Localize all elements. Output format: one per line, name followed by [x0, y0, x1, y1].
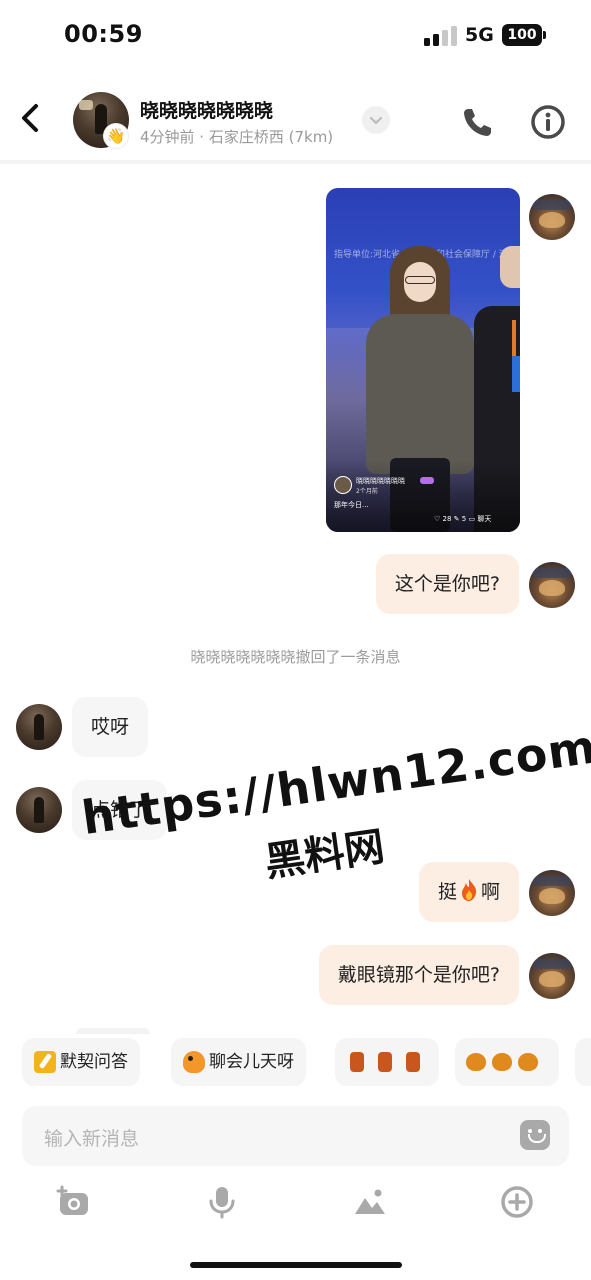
sticker-icon: [466, 1053, 486, 1071]
microphone-icon: [209, 1187, 235, 1219]
post-likes: 28: [442, 515, 452, 523]
emoji-icon[interactable]: [520, 1120, 550, 1150]
battery-icon: 100: [502, 24, 542, 46]
my-message[interactable]: 戴眼镜那个是你吧?: [318, 945, 519, 1005]
input-toolbar: [0, 1178, 591, 1226]
status-bar: 00:59 5G 100: [0, 0, 591, 72]
post-author-badge: [420, 477, 434, 484]
quick-reply-bar[interactable]: 默契问答 聊会儿天呀: [0, 1038, 591, 1088]
post-chat-label: 聊天: [477, 515, 492, 523]
recall-notice: 晓晓晓晓晓晓晓撤回了一条消息: [190, 648, 401, 666]
image-icon: [355, 1189, 385, 1214]
bird-icon: [183, 1051, 205, 1073]
post-stats: ♡ 28 ✎ 5 ▭ 聊天: [434, 514, 491, 524]
sticker-chip[interactable]: [575, 1038, 591, 1086]
quick-reply-label: 默契问答: [60, 1052, 128, 1072]
cellular-signal-icon: [424, 26, 458, 46]
my-avatar[interactable]: [529, 194, 575, 240]
sticker-chip[interactable]: [455, 1038, 559, 1086]
expand-profile-button[interactable]: [362, 106, 390, 134]
contact-message[interactable]: 点错了: [72, 780, 168, 840]
camera-icon: [56, 1185, 88, 1215]
post-author-name: 晓晓晓晓晓晓晓: [356, 477, 405, 485]
battery-tip: [543, 31, 546, 39]
chat-bubble-icon: ▭: [468, 515, 476, 523]
network-type: 5G: [465, 24, 494, 46]
sticker-icon: [492, 1053, 512, 1071]
my-avatar[interactable]: [529, 870, 575, 916]
chevron-down-icon: [370, 117, 382, 125]
image-button[interactable]: [352, 1184, 388, 1220]
more-options-button[interactable]: [499, 1184, 535, 1220]
sticker-icon: [406, 1052, 420, 1072]
comment-icon: ✎: [453, 515, 460, 523]
partial-message: [76, 1028, 150, 1034]
message-list[interactable]: 指导单位:河北省人力资源和社会保障厅 / 河北 晓晓晓晓晓晓晓 2个月前 那年今…: [0, 168, 591, 1034]
contact-name[interactable]: 晓晓晓晓晓晓晓: [140, 96, 273, 123]
chevron-left-icon: [22, 104, 38, 132]
chat-info-button[interactable]: [530, 104, 566, 140]
sticker-chip[interactable]: [335, 1038, 439, 1086]
sticker-icon: [350, 1052, 364, 1072]
post-time: 2个月前: [356, 488, 378, 495]
message-input-placeholder: 输入新消息: [44, 1128, 140, 1150]
my-avatar[interactable]: [529, 562, 575, 608]
quick-reply-label: 聊会儿天呀: [209, 1052, 294, 1072]
contact-avatar-small[interactable]: [16, 787, 62, 833]
plus-circle-icon: [501, 1186, 533, 1218]
home-indicator[interactable]: [190, 1262, 402, 1268]
post-comments: 5: [461, 515, 467, 523]
message-input[interactable]: 输入新消息: [22, 1106, 569, 1166]
camera-button[interactable]: [56, 1184, 92, 1220]
back-button[interactable]: [14, 98, 50, 138]
heart-icon: ♡: [434, 515, 441, 523]
wave-hand-icon: 👋: [104, 124, 128, 148]
voice-call-button[interactable]: [460, 104, 496, 140]
sticker-icon: [378, 1052, 392, 1072]
contact-avatar-small[interactable]: [16, 704, 62, 750]
contact-message[interactable]: 哎呀: [72, 697, 149, 757]
my-message[interactable]: 这个是你吧?: [375, 554, 519, 614]
my-message[interactable]: 挺啊: [418, 862, 519, 922]
post-author-avatar: [334, 476, 352, 494]
chat-header: 晓晓晓晓晓晓晓 4分钟前 · 石家庄桥西 (7km): [0, 72, 591, 164]
my-message-text: 挺: [437, 881, 457, 903]
post-caption: 那年今日...: [334, 501, 369, 509]
voice-message-button[interactable]: [204, 1184, 240, 1220]
phone-icon: [464, 109, 491, 136]
sticker-icon: [518, 1053, 538, 1071]
pen-icon: [34, 1051, 56, 1073]
my-avatar[interactable]: [529, 953, 575, 999]
shared-post-card[interactable]: 指导单位:河北省人力资源和社会保障厅 / 河北 晓晓晓晓晓晓晓 2个月前 那年今…: [326, 188, 520, 532]
my-message-text: 啊: [480, 881, 500, 903]
contact-status: 4分钟前 · 石家庄桥西 (7km): [140, 128, 334, 146]
quick-reply-chip[interactable]: 默契问答: [22, 1038, 140, 1086]
status-time: 00:59: [64, 20, 143, 48]
quick-reply-chip[interactable]: 聊会儿天呀: [171, 1038, 306, 1086]
info-icon: [531, 105, 565, 139]
fire-emoji-icon: [461, 879, 477, 901]
